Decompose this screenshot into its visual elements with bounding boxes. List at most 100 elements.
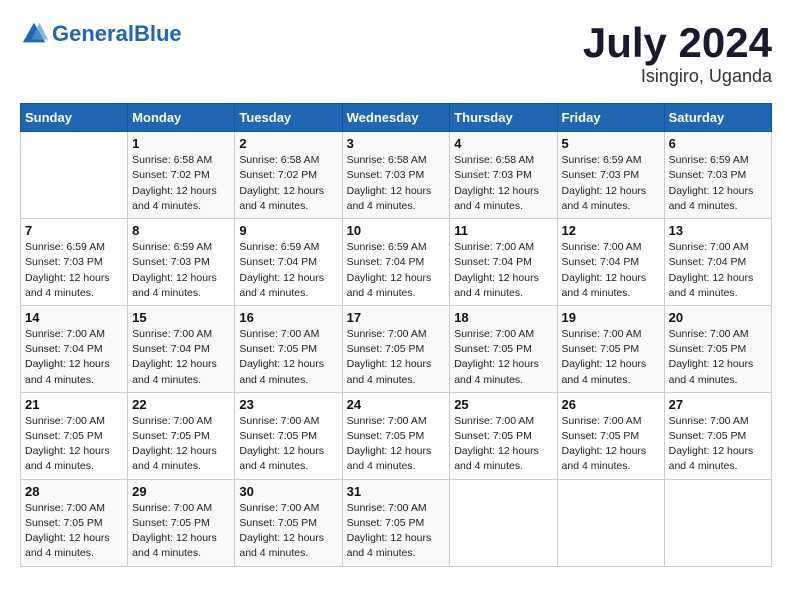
calendar-cell: 17 Sunrise: 7:00 AMSunset: 7:05 PMDayligh… [342,305,450,392]
day-info: Sunrise: 7:00 AMSunset: 7:05 PMDaylight:… [669,327,767,388]
day-info: Sunrise: 6:58 AMSunset: 7:02 PMDaylight:… [239,153,337,214]
day-info: Sunrise: 7:00 AMSunset: 7:04 PMDaylight:… [562,240,660,301]
day-info: Sunrise: 6:58 AMSunset: 7:03 PMDaylight:… [454,153,552,214]
calendar-cell: 11Sunrise: 7:00 AMSunset: 7:04 PMDayligh… [450,219,557,306]
day-number: 29 [132,484,230,499]
calendar-cell: 1 Sunrise: 6:58 AMSunset: 7:02 PMDaylight… [128,132,235,219]
day-number: 17 [347,310,446,325]
calendar-cell: 26 Sunrise: 7:00 AMSunset: 7:05 PMDayligh… [557,392,664,479]
day-info: Sunrise: 7:00 AMSunset: 7:05 PMDaylight:… [347,414,446,475]
day-number: 30 [239,484,337,499]
day-number: 13 [669,223,767,238]
calendar-cell: 30 Sunrise: 7:00 AMSunset: 7:05 PMDayligh… [235,479,342,566]
calendar-cell: 16 Sunrise: 7:00 AMSunset: 7:05 PMDayligh… [235,305,342,392]
day-number: 27 [669,397,767,412]
day-number: 14 [25,310,123,325]
day-info: Sunrise: 7:00 AMSunset: 7:05 PMDaylight:… [347,501,446,562]
calendar-cell [557,479,664,566]
day-info: Sunrise: 7:00 AMSunset: 7:04 PMDaylight:… [25,327,123,388]
calendar-cell [664,479,771,566]
day-number: 4 [454,136,552,151]
day-info: Sunrise: 7:00 AMSunset: 7:05 PMDaylight:… [454,414,552,475]
calendar-cell: 7 Sunrise: 6:59 AMSunset: 7:03 PMDaylight… [21,219,128,306]
calendar-cell: 5 Sunrise: 6:59 AMSunset: 7:03 PMDaylight… [557,132,664,219]
calendar-cell: 13 Sunrise: 7:00 AMSunset: 7:04 PMDayligh… [664,219,771,306]
day-info: Sunrise: 7:00 AMSunset: 7:05 PMDaylight:… [562,414,660,475]
day-number: 28 [25,484,123,499]
day-info: Sunrise: 6:58 AMSunset: 7:03 PMDaylight:… [347,153,446,214]
subtitle: Isingiro, Uganda [583,66,772,87]
day-info: Sunrise: 6:59 AMSunset: 7:03 PMDaylight:… [25,240,123,301]
day-number: 31 [347,484,446,499]
day-number: 9 [239,223,337,238]
calendar-week-row: 14 Sunrise: 7:00 AMSunset: 7:04 PMDayligh… [21,305,772,392]
day-number: 5 [562,136,660,151]
day-number: 16 [239,310,337,325]
calendar-cell: 9 Sunrise: 6:59 AMSunset: 7:04 PMDaylight… [235,219,342,306]
day-number: 3 [347,136,446,151]
day-number: 15 [132,310,230,325]
day-number: 22 [132,397,230,412]
calendar-cell: 21Sunrise: 7:00 AMSunset: 7:05 PMDayligh… [21,392,128,479]
day-of-week-header: Sunday [21,104,128,132]
calendar-week-row: 7 Sunrise: 6:59 AMSunset: 7:03 PMDaylight… [21,219,772,306]
day-of-week-header: Monday [128,104,235,132]
day-number: 8 [132,223,230,238]
day-number: 2 [239,136,337,151]
day-number: 25 [454,397,552,412]
calendar-cell: 28 Sunrise: 7:00 AMSunset: 7:05 PMDayligh… [21,479,128,566]
calendar-cell: 4 Sunrise: 6:58 AMSunset: 7:03 PMDaylight… [450,132,557,219]
calendar-header-row: SundayMondayTuesdayWednesdayThursdayFrid… [21,104,772,132]
day-info: Sunrise: 6:59 AMSunset: 7:03 PMDaylight:… [669,153,767,214]
day-info: Sunrise: 6:59 AMSunset: 7:03 PMDaylight:… [132,240,230,301]
day-info: Sunrise: 7:00 AMSunset: 7:05 PMDaylight:… [25,414,123,475]
calendar-cell [21,132,128,219]
day-of-week-header: Saturday [664,104,771,132]
logo-icon [20,20,48,48]
logo-text: GeneralBlue [52,23,182,45]
day-info: Sunrise: 7:00 AMSunset: 7:04 PMDaylight:… [669,240,767,301]
day-info: Sunrise: 6:59 AMSunset: 7:04 PMDaylight:… [239,240,337,301]
main-title: July 2024 [583,20,772,66]
calendar-cell: 27 Sunrise: 7:00 AMSunset: 7:05 PMDayligh… [664,392,771,479]
day-number: 23 [239,397,337,412]
calendar-cell: 23 Sunrise: 7:00 AMSunset: 7:05 PMDayligh… [235,392,342,479]
calendar-cell: 24Sunrise: 7:00 AMSunset: 7:05 PMDayligh… [342,392,450,479]
calendar-cell: 3 Sunrise: 6:58 AMSunset: 7:03 PMDaylight… [342,132,450,219]
day-of-week-header: Tuesday [235,104,342,132]
day-info: Sunrise: 7:00 AMSunset: 7:05 PMDaylight:… [669,414,767,475]
day-info: Sunrise: 7:00 AMSunset: 7:05 PMDaylight:… [132,501,230,562]
day-of-week-header: Thursday [450,104,557,132]
calendar-cell: 10Sunrise: 6:59 AMSunset: 7:04 PMDayligh… [342,219,450,306]
calendar-table: SundayMondayTuesdayWednesdayThursdayFrid… [20,103,772,566]
day-info: Sunrise: 7:00 AMSunset: 7:05 PMDaylight:… [347,327,446,388]
calendar-cell: 8 Sunrise: 6:59 AMSunset: 7:03 PMDaylight… [128,219,235,306]
calendar-cell: 19Sunrise: 7:00 AMSunset: 7:05 PMDayligh… [557,305,664,392]
day-info: Sunrise: 7:00 AMSunset: 7:05 PMDaylight:… [239,327,337,388]
calendar-cell: 29 Sunrise: 7:00 AMSunset: 7:05 PMDayligh… [128,479,235,566]
day-info: Sunrise: 6:59 AMSunset: 7:03 PMDaylight:… [562,153,660,214]
day-number: 7 [25,223,123,238]
calendar-cell: 31 Sunrise: 7:00 AMSunset: 7:05 PMDayligh… [342,479,450,566]
day-number: 26 [562,397,660,412]
calendar-cell: 12Sunrise: 7:00 AMSunset: 7:04 PMDayligh… [557,219,664,306]
calendar-week-row: 28 Sunrise: 7:00 AMSunset: 7:05 PMDayligh… [21,479,772,566]
calendar-cell: 2 Sunrise: 6:58 AMSunset: 7:02 PMDaylight… [235,132,342,219]
calendar-cell: 15 Sunrise: 7:00 AMSunset: 7:04 PMDayligh… [128,305,235,392]
day-info: Sunrise: 7:00 AMSunset: 7:05 PMDaylight:… [454,327,552,388]
day-number: 1 [132,136,230,151]
day-info: Sunrise: 6:58 AMSunset: 7:02 PMDaylight:… [132,153,230,214]
day-info: Sunrise: 7:00 AMSunset: 7:05 PMDaylight:… [239,414,337,475]
calendar-cell [450,479,557,566]
day-info: Sunrise: 7:00 AMSunset: 7:05 PMDaylight:… [239,501,337,562]
day-of-week-header: Friday [557,104,664,132]
day-info: Sunrise: 7:00 AMSunset: 7:05 PMDaylight:… [562,327,660,388]
day-info: Sunrise: 6:59 AMSunset: 7:04 PMDaylight:… [347,240,446,301]
calendar-week-row: 21Sunrise: 7:00 AMSunset: 7:05 PMDayligh… [21,392,772,479]
day-info: Sunrise: 7:00 AMSunset: 7:05 PMDaylight:… [25,501,123,562]
calendar-cell: 22Sunrise: 7:00 AMSunset: 7:05 PMDayligh… [128,392,235,479]
day-info: Sunrise: 7:00 AMSunset: 7:04 PMDaylight:… [132,327,230,388]
day-number: 11 [454,223,552,238]
calendar-week-row: 1 Sunrise: 6:58 AMSunset: 7:02 PMDaylight… [21,132,772,219]
calendar-cell: 18Sunrise: 7:00 AMSunset: 7:05 PMDayligh… [450,305,557,392]
